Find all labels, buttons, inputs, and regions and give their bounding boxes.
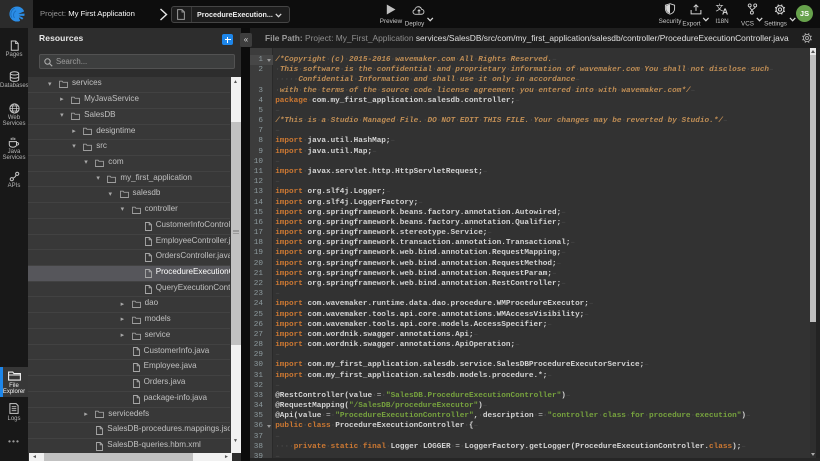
svg-text:A: A bbox=[722, 7, 728, 16]
